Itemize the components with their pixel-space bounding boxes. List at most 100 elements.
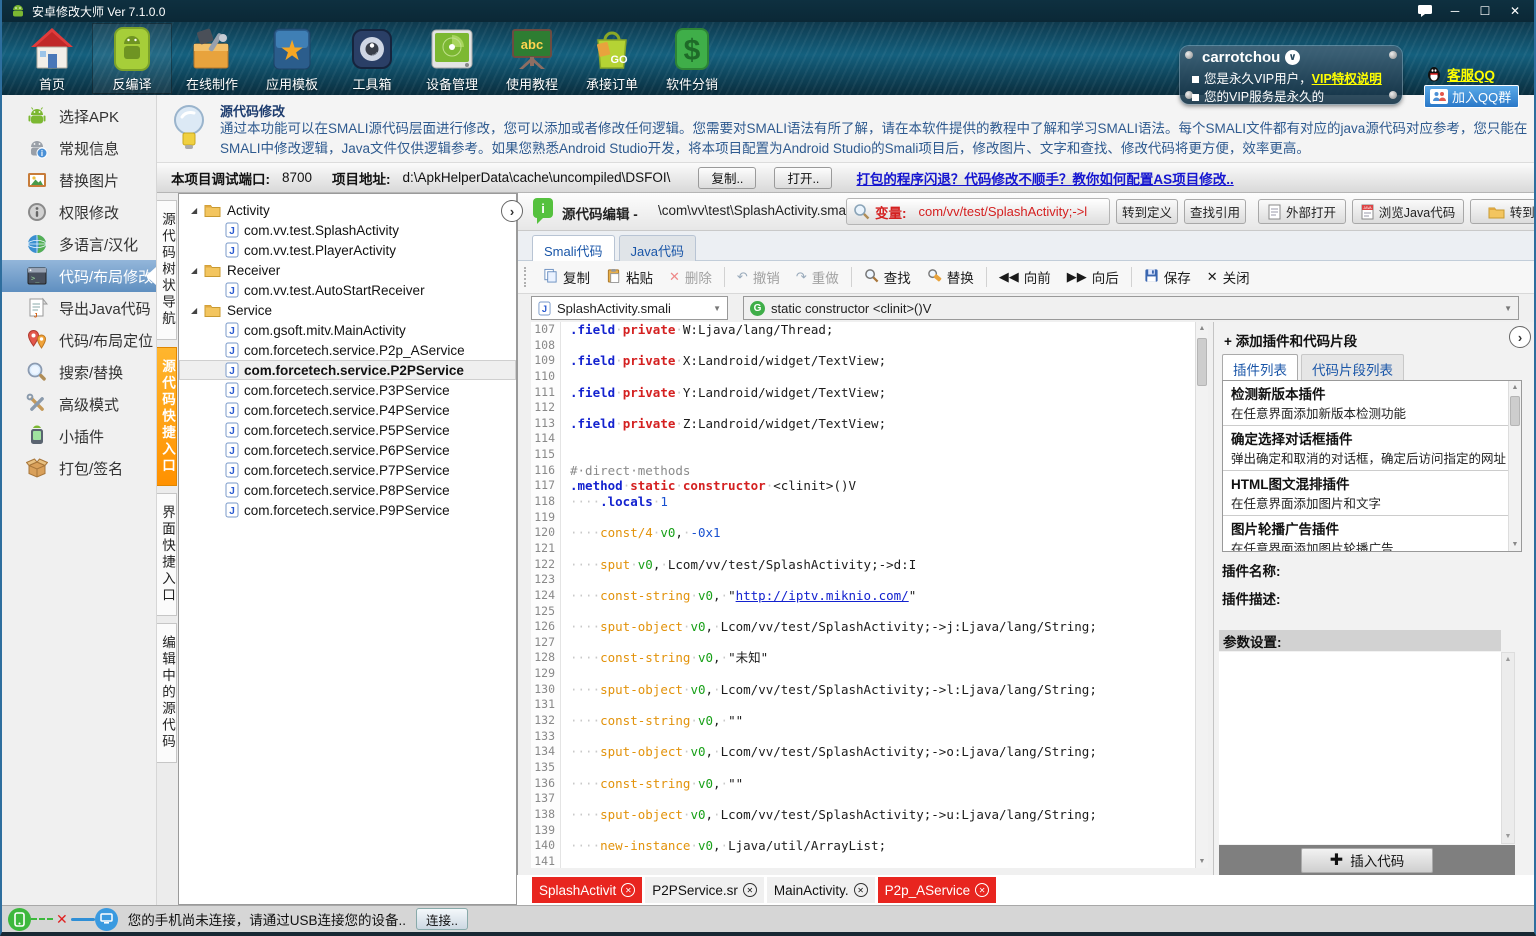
java-file-icon: J [225,282,239,298]
sidebar-item-locate[interactable]: 代码/布局定位 [2,324,156,356]
vip-privilege-link[interactable]: VIP特权说明 [1312,72,1382,86]
tree-item[interactable]: Jcom.forcetech.service.P8PService [179,480,516,500]
tree-item[interactable]: Jcom.forcetech.service.P5PService [179,420,516,440]
file-tab-P2PService.sr[interactable]: P2PService.sr✕ [645,877,764,903]
close-button[interactable]: ✕ [1500,0,1530,21]
tree-item[interactable]: Jcom.forcetech.service.P2PService [179,360,516,380]
tree-item[interactable]: Jcom.vv.test.AutoStartReceiver [179,280,516,300]
sidebar-item-code[interactable]: >_代码/布局修改 [2,260,156,292]
code-line: 119 [531,510,1208,526]
toolbar-item-template[interactable]: ★应用模板 [252,23,332,94]
code-text [561,369,570,385]
collapse-plugin-panel-button[interactable]: › [1509,326,1531,348]
toolbar-item-decompile[interactable]: 反编译 [92,23,172,94]
params-scrollbar[interactable]: ▲ ▼ [1501,652,1515,844]
collapse-tree-button[interactable]: › [501,200,523,222]
toolbar-item-toolbox[interactable]: 工具箱 [332,23,412,94]
editor-toolbar-fwd-button[interactable]: ▶▶向后 [1059,264,1127,290]
nav-tab-4[interactable]: 编辑中的源代码 [157,623,177,763]
toolbar-item-online[interactable]: 在线制作 [172,23,252,94]
service-qq-link[interactable]: 客服QQ [1426,64,1495,84]
sidebar-item-advanced[interactable]: 高级模式 [2,388,156,420]
file-tab-MainActivity.[interactable]: MainActivity.✕ [767,877,875,903]
smali-code-editor[interactable]: ▲ ▼ 107.field·private·W:Ljava/lang/Threa… [531,322,1208,868]
close-icon[interactable]: ✕ [975,883,989,897]
editor-toolbar-find-button[interactable]: 查找 [856,264,919,290]
file-combo[interactable]: J SplashActivity.smali ▼ [531,296,728,320]
sidebar-item-image[interactable]: 替换图片 [2,164,156,196]
editor-toolbar-copy-button[interactable]: 复制 [535,264,598,290]
toolbar-item-tutorial[interactable]: abc使用教程 [492,23,572,94]
toolbar-item-home[interactable]: 首页 [12,23,92,94]
editor-toolbar-paste-button[interactable]: 粘贴 [598,264,661,290]
close-icon[interactable]: ✕ [743,883,757,897]
goto-directory-button[interactable]: 转到目 [1470,199,1536,224]
feedback-icon[interactable] [1410,0,1440,21]
toolbar-item-label: 在线制作 [186,74,238,93]
editor-toolbar-save-button[interactable]: 保存 [1136,264,1199,290]
toolbar-item-dollar[interactable]: $软件分销 [652,23,732,94]
sidebar-item-plugin[interactable]: 小插件 [2,420,156,452]
nav-tab-1[interactable]: 源代码树状导航 [157,200,177,340]
tree-item[interactable]: Jcom.forcetech.service.P3PService [179,380,516,400]
sidebar-item-search[interactable]: 搜索/替换 [2,356,156,388]
editor-toolbar-close-button[interactable]: ✕关闭 [1199,264,1258,290]
plugin-params-area[interactable] [1219,652,1501,844]
plugin-list-item[interactable]: 图片轮播广告插件在任意界面添加图片轮播广告 [1223,516,1521,552]
online-icon [189,26,235,72]
nav-tab-2[interactable]: 源代码快捷入口 [157,347,177,487]
insert-code-button[interactable]: ✚ 插入代码 [1301,848,1433,873]
plugin-list-item[interactable]: 检测新版本插件在任意界面添加新版本检测功能 [1223,381,1521,426]
tree-item[interactable]: Jcom.vv.test.SplashActivity [179,220,516,240]
tree-item[interactable]: Jcom.forcetech.service.P6PService [179,440,516,460]
tree-folder-row[interactable]: ◢Activity [179,200,516,220]
nav-tab-3[interactable]: 界面快捷入口 [157,493,177,616]
connect-button[interactable]: 连接.. [416,908,468,930]
browse-java-button[interactable]: JAVA 浏览Java代码 [1352,199,1464,224]
line-number: 113 [531,416,561,432]
plugin-list-item[interactable]: 确定选择对话框插件弹出确定和取消的对话框，确定后访问指定的网址 [1223,426,1521,471]
goto-definition-button[interactable]: 转到定义 [1116,199,1178,224]
find-references-button[interactable]: 查找引用 [1184,199,1246,224]
open-path-button[interactable]: 打开.. [774,167,832,189]
editor-toolbar-back-button[interactable]: ◀◀向前 [991,264,1059,290]
sidebar-item-lang[interactable]: 多语言/汉化 [2,228,156,260]
join-qq-group-button[interactable]: 加入QQ群 [1424,85,1519,108]
file-tab-P2p_AService[interactable]: P2p_AService✕ [878,877,997,903]
sidebar-item-apk[interactable]: 选择APK [2,100,156,132]
code-line: 140····new-instance·v0,·Ljava/util/Array… [531,838,1208,854]
expand-triangle-icon[interactable]: ◢ [191,206,202,215]
tree-item[interactable]: Jcom.forcetech.service.P4PService [179,400,516,420]
sidebar-item-perm[interactable]: 权限修改 [2,196,156,228]
expand-triangle-icon[interactable]: ◢ [191,306,202,315]
maximize-button[interactable]: ☐ [1470,0,1500,21]
tree-item[interactable]: Jcom.gsoft.mitv.MainActivity [179,320,516,340]
tree-folder-row[interactable]: ◢Receiver [179,260,516,280]
close-icon[interactable]: ✕ [854,883,868,897]
line-number: 123 [531,572,561,588]
toolbar-item-device[interactable]: 设备管理 [412,23,492,94]
plugin-list-item[interactable]: HTML图文混排插件在任意界面添加图片和文字 [1223,471,1521,516]
expand-triangle-icon[interactable]: ◢ [191,266,202,275]
external-open-button[interactable]: 外部打开 [1258,199,1346,224]
tree-item[interactable]: Jcom.forcetech.service.P7PService [179,460,516,480]
sidebar-item-export[interactable]: J导出Java代码 [2,292,156,324]
file-tab-SplashActivit[interactable]: SplashActivit✕ [532,877,642,903]
copy-path-button[interactable]: 复制.. [698,167,756,189]
code-scrollbar[interactable]: ▲ ▼ [1195,322,1208,868]
tree-item[interactable]: Jcom.forcetech.service.P2p_AService [179,340,516,360]
as-project-help-link[interactable]: 打包的程序闪退？代码修改不顺手？教你如何配置AS项目修改.. [856,168,1233,188]
method-combo[interactable]: G static constructor <clinit>()V ▼ [743,296,1519,320]
close-icon[interactable]: ✕ [621,883,635,897]
editor-toolbar-replace-button[interactable]: 替换 [919,264,982,290]
tree-item[interactable]: Jcom.forcetech.service.P9PService [179,500,516,520]
sidebar-item-info[interactable]: i常规信息 [2,132,156,164]
chevron-down-icon[interactable]: ∨ [1285,50,1300,65]
tree-item[interactable]: Jcom.vv.test.PlayerActivity [179,240,516,260]
minimize-button[interactable]: ─ [1440,0,1470,21]
toolbar-item-order[interactable]: GO承接订单 [572,23,652,94]
plugin-list-scrollbar[interactable]: ▲ ▼ [1508,381,1521,551]
tree-folder-row[interactable]: ◢Service [179,300,516,320]
sidebar-item-package[interactable]: 打包/签名 [2,452,156,484]
variable-search-box[interactable]: 变量: com/vv/test/SplashActivity;->l [846,198,1110,225]
